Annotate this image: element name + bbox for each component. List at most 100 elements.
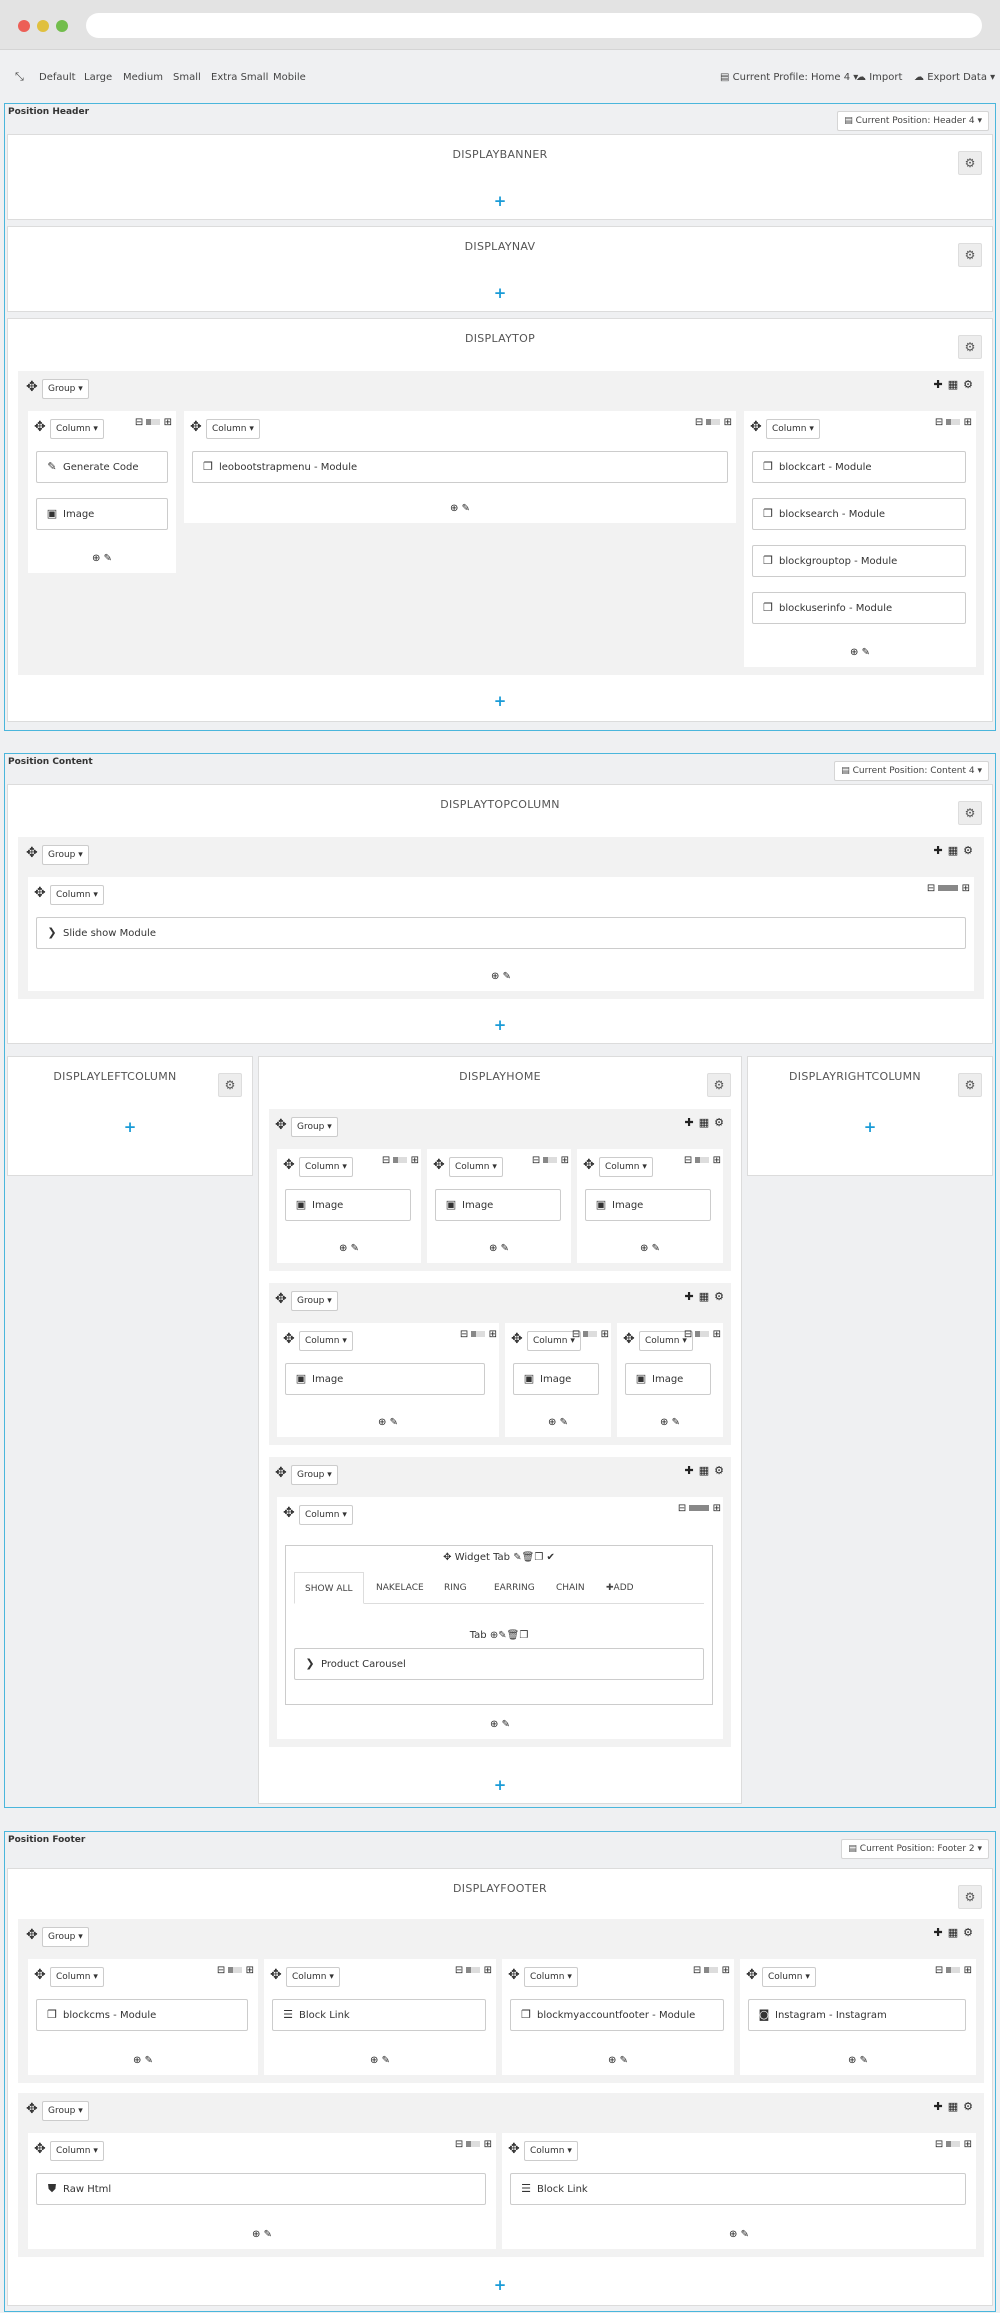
pencil-icon[interactable]: ✎ xyxy=(503,971,511,982)
size-medium[interactable]: Medium xyxy=(123,72,163,83)
pencil-icon[interactable]: ✎ xyxy=(145,2055,153,2066)
size-small[interactable]: Small xyxy=(173,72,201,83)
pencil-icon[interactable]: ✎ xyxy=(351,1243,359,1254)
current-position-dropdown[interactable]: ▤ Current Position: Content 4 ▾ xyxy=(834,761,989,781)
pencil-icon[interactable]: ✎ xyxy=(104,553,112,564)
tab-chain[interactable]: CHAIN xyxy=(556,1572,585,1604)
pencil-icon[interactable]: ✎ xyxy=(264,2229,272,2240)
grid-icon[interactable]: ▦ xyxy=(948,2100,963,2113)
plus-icon[interactable]: ⊕ xyxy=(729,2229,737,2240)
column-dropdown[interactable]: Column ▾ xyxy=(524,1967,578,1987)
plus-icon[interactable]: ⊞ xyxy=(411,1155,419,1166)
trash-icon[interactable]: 🗑 xyxy=(507,1630,520,1641)
edit-icon[interactable]: ✎ xyxy=(513,1552,521,1563)
module-image[interactable]: ▣ Image xyxy=(513,1363,599,1395)
plus-icon[interactable]: ⊕ xyxy=(450,503,458,514)
add-group-button[interactable]: + xyxy=(122,1119,138,1135)
plus-icon[interactable]: ⊕ xyxy=(252,2229,260,2240)
group-dropdown[interactable]: Group ▾ xyxy=(291,1117,338,1137)
module-blockuserinfo[interactable]: ❐ blockuserinfo - Module xyxy=(752,592,966,624)
size-mobile[interactable]: Mobile xyxy=(273,72,306,83)
module-blockcms[interactable]: ❐ blockcms - Module xyxy=(36,1999,248,2031)
add-group-button[interactable]: + xyxy=(492,285,508,301)
add-group-button[interactable]: + xyxy=(492,1017,508,1033)
plus-icon[interactable]: ⊞ xyxy=(489,1329,497,1340)
plus-icon[interactable]: ✚ xyxy=(934,378,948,391)
module-generate-code[interactable]: ✎ Generate Code xyxy=(36,451,168,483)
module-leobootstrapmenu[interactable]: ❐ leobootstrapmenu - Module xyxy=(192,451,728,483)
module-product-carousel[interactable]: ❯ Product Carousel xyxy=(294,1648,704,1680)
tab-show-all[interactable]: SHOW ALL xyxy=(294,1572,364,1604)
minus-icon[interactable]: ⊟ xyxy=(455,1965,463,1976)
module-image[interactable]: ▣ Image xyxy=(36,498,168,530)
export-button[interactable]: ☁ Export Data ▾ xyxy=(914,72,995,83)
move-icon[interactable]: ✥ xyxy=(34,420,46,434)
column-dropdown[interactable]: Column ▾ xyxy=(206,419,260,439)
column-dropdown[interactable]: Column ▾ xyxy=(299,1331,353,1351)
zoom-dot[interactable] xyxy=(56,20,68,32)
grid-icon[interactable]: ▦ xyxy=(948,844,963,857)
minus-icon[interactable]: ⊟ xyxy=(572,1329,580,1340)
move-icon[interactable]: ✥ xyxy=(190,420,202,434)
plus-icon[interactable]: ⊞ xyxy=(561,1155,569,1166)
address-bar[interactable] xyxy=(86,13,982,38)
tab-add[interactable]: ✚ADD xyxy=(606,1572,634,1604)
move-icon[interactable]: ✥ xyxy=(283,1158,295,1172)
plus-icon[interactable]: ⊕ xyxy=(640,1243,648,1254)
minus-icon[interactable]: ⊟ xyxy=(382,1155,390,1166)
module-raw-html[interactable]: ⛊ Raw Html xyxy=(36,2173,486,2205)
minus-icon[interactable]: ⊟ xyxy=(684,1329,692,1340)
column-dropdown[interactable]: Column ▾ xyxy=(299,1157,353,1177)
plus-icon[interactable]: ⊕ xyxy=(608,2055,616,2066)
column-dropdown[interactable]: Column ▾ xyxy=(762,1967,816,1987)
module-image[interactable]: ▣ Image xyxy=(625,1363,711,1395)
gear-icon[interactable]: ⚙ xyxy=(958,1073,982,1097)
plus-icon[interactable]: ⊕ xyxy=(491,971,499,982)
current-position-dropdown[interactable]: ▤ Current Position: Footer 2 ▾ xyxy=(841,1839,989,1859)
minimize-dot[interactable] xyxy=(37,20,49,32)
column-dropdown[interactable]: Column ▾ xyxy=(766,419,820,439)
plus-icon[interactable]: ⊕ xyxy=(92,553,100,564)
move-icon[interactable]: ✥ xyxy=(623,1332,635,1346)
grid-icon[interactable]: ▦ xyxy=(948,1926,963,1939)
column-dropdown[interactable]: Column ▾ xyxy=(50,419,104,439)
plus-icon[interactable]: ⊞ xyxy=(484,2139,492,2150)
pencil-icon[interactable]: ✎ xyxy=(862,647,870,658)
plus-icon[interactable]: ⊕ xyxy=(339,1243,347,1254)
plus-icon[interactable]: ✚ xyxy=(934,844,948,857)
import-button[interactable]: ☁ Import xyxy=(856,72,902,83)
move-icon[interactable]: ✥ xyxy=(270,1968,282,1982)
plus-icon[interactable]: ⊞ xyxy=(722,1965,730,1976)
minus-icon[interactable]: ⊟ xyxy=(455,2139,463,2150)
gear-icon[interactable]: ⚙ xyxy=(963,2100,978,2113)
grid-icon[interactable]: ▦ xyxy=(699,1116,714,1129)
minus-icon[interactable]: ⊟ xyxy=(135,417,143,428)
gear-icon[interactable]: ⚙ xyxy=(963,378,978,391)
module-blockmyaccountfooter[interactable]: ❐ blockmyaccountfooter - Module xyxy=(510,1999,724,2031)
plus-icon[interactable]: ⊕ xyxy=(489,1243,497,1254)
gear-icon[interactable]: ⚙ xyxy=(958,801,982,825)
plus-icon[interactable]: ⊕ xyxy=(548,1417,556,1428)
plus-icon[interactable]: ⊞ xyxy=(601,1329,609,1340)
minus-icon[interactable]: ⊟ xyxy=(695,417,703,428)
plus-icon[interactable]: ⊕ xyxy=(850,647,858,658)
move-icon[interactable]: ✥ xyxy=(275,1466,287,1480)
module-blockcart[interactable]: ❐ blockcart - Module xyxy=(752,451,966,483)
pencil-icon[interactable]: ✎ xyxy=(741,2229,749,2240)
column-dropdown[interactable]: Column ▾ xyxy=(286,1967,340,1987)
minus-icon[interactable]: ⊟ xyxy=(935,417,943,428)
minus-icon[interactable]: ⊟ xyxy=(927,883,935,894)
minus-icon[interactable]: ⊟ xyxy=(935,2139,943,2150)
module-image[interactable]: ▣ Image xyxy=(285,1189,411,1221)
current-position-dropdown[interactable]: ▤ Current Position: Header 4 ▾ xyxy=(837,111,989,131)
module-instagram[interactable]: ◙ Instagram - Instagram xyxy=(748,1999,966,2031)
gear-icon[interactable]: ⚙ xyxy=(707,1073,731,1097)
group-dropdown[interactable]: Group ▾ xyxy=(42,1927,89,1947)
gear-icon[interactable]: ⚙ xyxy=(963,1926,978,1939)
move-icon[interactable]: ✥ xyxy=(750,420,762,434)
plus-icon[interactable]: ⊞ xyxy=(964,2139,972,2150)
move-icon[interactable]: ✥ xyxy=(26,846,38,860)
plus-icon[interactable]: ⊞ xyxy=(484,1965,492,1976)
move-icon[interactable]: ✥ xyxy=(26,380,38,394)
plus-icon[interactable]: ⊞ xyxy=(724,417,732,428)
